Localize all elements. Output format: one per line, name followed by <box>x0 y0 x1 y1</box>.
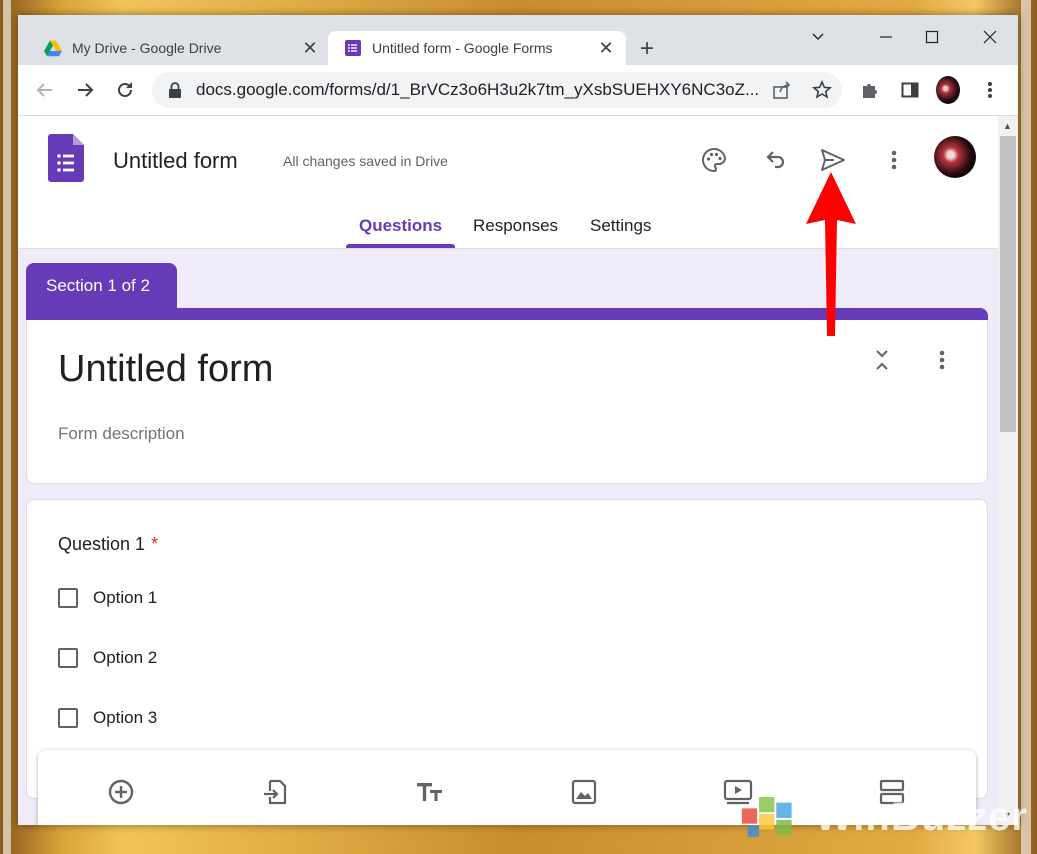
save-status: All changes saved in Drive <box>283 153 448 169</box>
url-text: docs.google.com/forms/d/1_BrVCz3o6H3u2k7… <box>196 80 762 100</box>
question-title-text: Question 1 <box>58 534 146 554</box>
section-label: Section 1 of 2 <box>26 263 177 309</box>
form-description-field[interactable]: Form description <box>58 424 185 444</box>
scroll-up-arrow-icon[interactable]: ▲ <box>1003 121 1012 131</box>
account-avatar[interactable] <box>934 136 976 178</box>
question-title: Question 1 * <box>58 534 158 555</box>
browser-window: My Drive - Google Drive ✕ Untitled form … <box>18 15 1018 825</box>
avatar <box>936 76 960 104</box>
url-path: /forms/d/1_BrVCz3o6H3u2k7tm_yXsbSUEHXY6N… <box>324 80 760 99</box>
new-tab-button[interactable]: + <box>640 35 654 63</box>
question-toolbar <box>38 750 976 825</box>
google-forms-icon <box>345 40 361 56</box>
form-title[interactable]: Untitled form <box>58 348 273 391</box>
checkbox[interactable] <box>58 588 78 608</box>
tab-title: My Drive - Google Drive <box>72 40 222 56</box>
import-questions-icon[interactable] <box>260 777 290 807</box>
tab-google-drive[interactable]: My Drive - Google Drive ✕ <box>28 31 330 65</box>
tab-search-icon[interactable] <box>796 23 840 51</box>
add-video-icon[interactable] <box>723 777 753 807</box>
list-item[interactable]: Option 3 <box>58 708 157 728</box>
close-window-button[interactable] <box>968 23 1012 51</box>
background-tree-trunk <box>1021 0 1031 854</box>
close-tab-icon[interactable]: ✕ <box>596 38 616 59</box>
tab-google-forms[interactable]: Untitled form - Google Forms ✕ <box>328 31 626 65</box>
required-mark: * <box>151 534 159 554</box>
extensions-puzzle-icon[interactable] <box>858 78 882 102</box>
bookmark-star-icon[interactable] <box>810 78 834 102</box>
maximize-button[interactable] <box>910 23 954 51</box>
scroll-down-arrow-icon[interactable]: ▼ <box>1003 810 1012 820</box>
red-annotation-arrow <box>806 172 856 336</box>
option-label: Option 2 <box>93 648 158 667</box>
checkbox[interactable] <box>58 708 78 728</box>
checkbox[interactable] <box>58 648 78 668</box>
option-label: Option 1 <box>93 588 158 607</box>
tab-title: Untitled form - Google Forms <box>372 40 553 56</box>
tab-strip: My Drive - Google Drive ✕ Untitled form … <box>18 15 1018 65</box>
option-label: Option 3 <box>93 708 158 727</box>
reload-icon[interactable] <box>113 78 137 102</box>
close-tab-icon[interactable]: ✕ <box>300 38 320 59</box>
section-more-options-icon[interactable] <box>930 348 954 372</box>
add-image-icon[interactable] <box>569 777 599 807</box>
google-drive-icon <box>44 40 62 57</box>
lock-icon <box>168 82 184 98</box>
tab-responses[interactable]: Responses <box>473 216 558 248</box>
minimize-button[interactable] <box>864 23 908 51</box>
undo-icon[interactable] <box>759 144 791 176</box>
add-question-icon[interactable] <box>106 777 136 807</box>
add-section-icon[interactable] <box>877 777 907 807</box>
list-item[interactable]: Option 2 <box>58 648 157 668</box>
browser-toolbar: docs.google.com/forms/d/1_BrVCz3o6H3u2k7… <box>18 65 1018 116</box>
page-scrollbar[interactable]: ▲ ▼ <box>998 116 1018 825</box>
form-app-title[interactable]: Untitled form <box>113 148 238 174</box>
google-forms-logo-icon <box>48 134 84 182</box>
add-title-text-icon[interactable] <box>415 777 445 807</box>
background-tree-trunk <box>3 0 11 854</box>
forward-arrow-icon[interactable] <box>73 78 97 102</box>
active-tab-indicator <box>346 244 455 248</box>
tab-settings[interactable]: Settings <box>590 216 651 248</box>
address-bar[interactable]: docs.google.com/forms/d/1_BrVCz3o6H3u2k7… <box>152 72 842 108</box>
browser-menu-icon[interactable] <box>978 78 1002 102</box>
more-options-icon[interactable] <box>878 144 910 176</box>
url-host: docs.google.com <box>196 80 325 99</box>
customize-theme-palette-icon[interactable] <box>698 144 730 176</box>
back-arrow-icon[interactable] <box>33 78 57 102</box>
side-panel-icon[interactable] <box>898 78 922 102</box>
share-icon[interactable] <box>770 78 794 102</box>
scrollbar-thumb[interactable] <box>1000 136 1016 432</box>
profile-avatar[interactable] <box>936 76 960 104</box>
list-item[interactable]: Option 1 <box>58 588 157 608</box>
collapse-section-icon[interactable] <box>870 348 894 372</box>
